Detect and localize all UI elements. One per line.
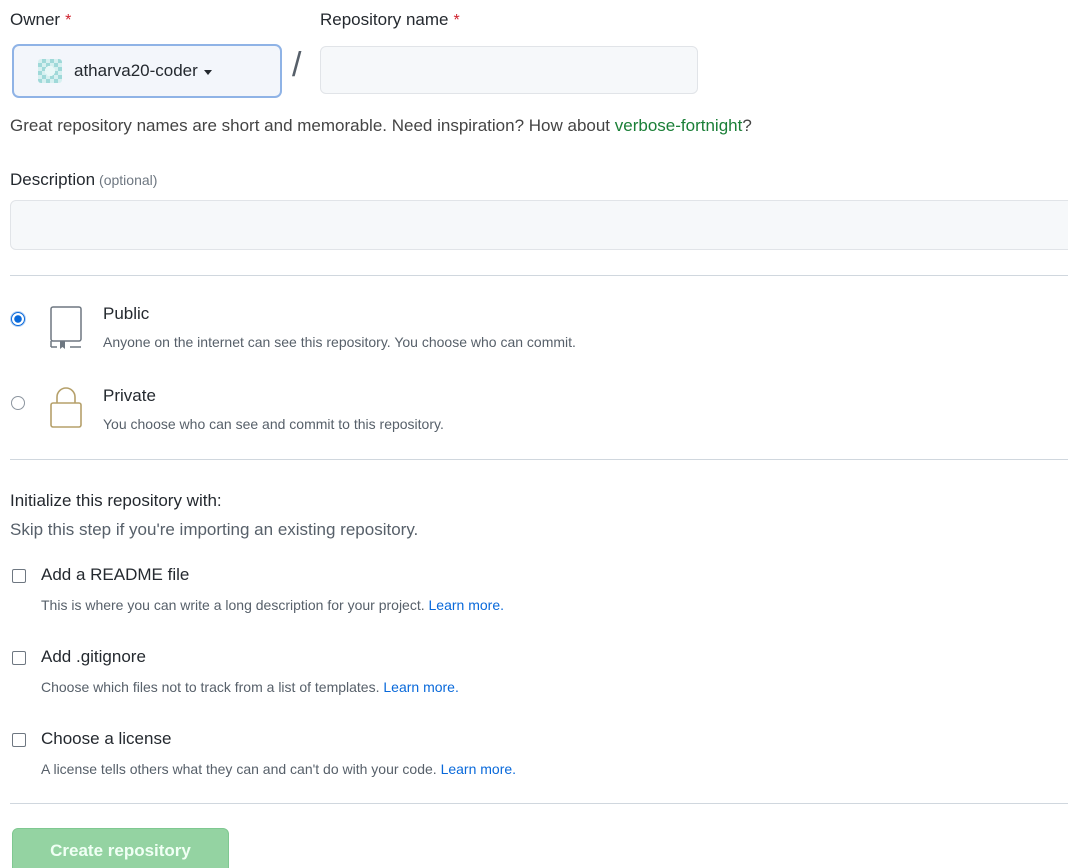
- chevron-down-icon: [203, 69, 212, 75]
- required-mark: *: [453, 12, 460, 29]
- create-repository-button[interactable]: Create repository: [12, 828, 229, 868]
- required-mark: *: [65, 12, 72, 29]
- divider: [10, 275, 1068, 276]
- owner-repo-separator: /: [292, 46, 302, 84]
- private-radio[interactable]: [11, 396, 25, 410]
- readme-description: This is where you can write a long descr…: [41, 597, 504, 613]
- license-description: A license tells others what they can and…: [41, 761, 517, 777]
- optional-tag: (optional): [99, 172, 158, 188]
- gitignore-learn-more-link[interactable]: Learn more.: [383, 679, 458, 695]
- owner-select-button[interactable]: atharva20-coder: [12, 44, 282, 98]
- public-description: Anyone on the internet can see this repo…: [103, 334, 576, 350]
- owner-label: Owner *: [10, 10, 72, 29]
- description-label: Description (optional): [10, 170, 158, 189]
- initialize-subtitle: Skip this step if you're importing an ex…: [10, 520, 419, 539]
- readme-title: Add a README file: [41, 565, 190, 584]
- public-title: Public: [103, 304, 150, 323]
- divider: [10, 459, 1068, 460]
- repository-name-input[interactable]: [320, 46, 698, 94]
- license-learn-more-link[interactable]: Learn more.: [441, 761, 516, 777]
- lock-icon: [50, 387, 82, 428]
- name-suggestion-link[interactable]: verbose-fortnight: [615, 116, 743, 135]
- gitignore-checkbox[interactable]: [12, 651, 26, 665]
- repository-name-hint: Great repository names are short and mem…: [10, 116, 752, 135]
- readme-learn-more-link[interactable]: Learn more.: [429, 597, 504, 613]
- private-description: You choose who can see and commit to thi…: [103, 416, 444, 432]
- divider: [10, 803, 1068, 804]
- owner-name: atharva20-coder: [74, 61, 198, 80]
- description-input[interactable]: [10, 200, 1068, 250]
- readme-checkbox[interactable]: [12, 569, 26, 583]
- owner-avatar: [38, 59, 62, 83]
- repo-icon: [50, 306, 82, 349]
- gitignore-title: Add .gitignore: [41, 647, 146, 666]
- new-repository-form: Owner * atharva20-coder / Repository name…: [0, 0, 1068, 868]
- license-title: Choose a license: [41, 729, 172, 748]
- license-checkbox[interactable]: [12, 733, 26, 747]
- private-title: Private: [103, 386, 156, 405]
- initialize-title: Initialize this repository with:: [10, 491, 222, 510]
- gitignore-description: Choose which files not to track from a l…: [41, 679, 459, 695]
- public-radio[interactable]: [11, 312, 25, 326]
- repository-name-label: Repository name *: [320, 10, 460, 29]
